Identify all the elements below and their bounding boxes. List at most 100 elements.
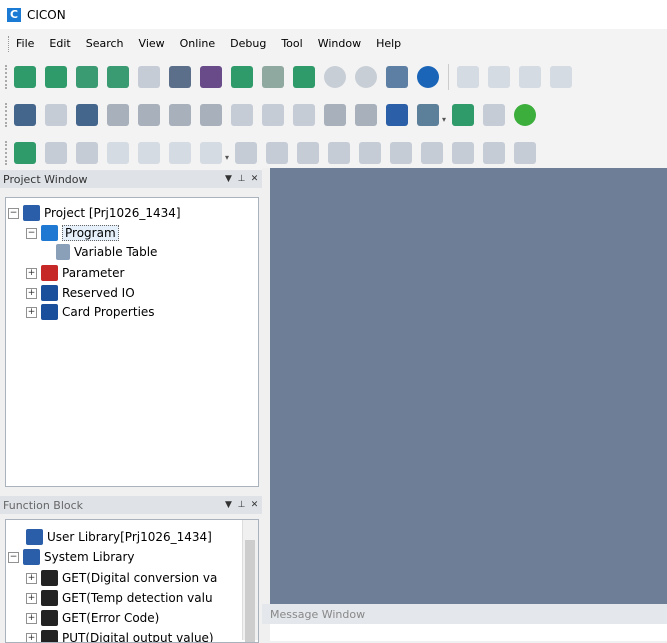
menu-view[interactable]: View — [139, 37, 165, 50]
tree-item-user-library[interactable]: User Library[Prj1026_1434] — [26, 528, 212, 546]
expand-icon[interactable]: + — [26, 613, 37, 624]
save-all-icon[interactable] — [169, 66, 191, 88]
stop-icon[interactable] — [293, 104, 315, 126]
close-icon[interactable]: ✕ — [249, 174, 260, 185]
chevron-down-icon[interactable]: ▾ — [225, 153, 229, 162]
new-project-icon[interactable] — [14, 66, 36, 88]
tree-item-function[interactable]: + GET(Temp detection valu — [26, 589, 213, 607]
expand-icon[interactable]: + — [26, 307, 37, 318]
menu-file[interactable]: File — [16, 37, 34, 50]
scroll-thumb[interactable] — [245, 540, 255, 643]
upload-icon[interactable] — [107, 104, 129, 126]
close-icon[interactable]: ✕ — [249, 500, 260, 511]
tree-item-program[interactable]: − Program — [26, 224, 119, 242]
toolbar-grip[interactable] — [5, 103, 9, 127]
tree-item-project[interactable]: − Project [Prj1026_1434] — [8, 204, 181, 222]
export-icon[interactable] — [293, 66, 315, 88]
info-icon[interactable] — [355, 104, 377, 126]
find-icon[interactable] — [45, 142, 67, 164]
ladder-new-icon[interactable] — [14, 142, 36, 164]
coil-sf2-icon[interactable] — [297, 142, 319, 164]
paste-icon[interactable] — [550, 66, 572, 88]
contact-icon[interactable] — [266, 142, 288, 164]
editor-workspace[interactable] — [270, 168, 667, 604]
compile-icon[interactable] — [324, 66, 346, 88]
print-icon[interactable] — [386, 66, 408, 88]
collapse-icon[interactable]: − — [8, 208, 19, 219]
sync-icon[interactable] — [169, 104, 191, 126]
contact-esc-icon[interactable] — [235, 142, 257, 164]
tree-item-reserved-io[interactable]: + Reserved IO — [26, 284, 135, 302]
link-icon[interactable] — [514, 104, 536, 126]
contact-f8-icon[interactable] — [514, 142, 536, 164]
menu-window[interactable]: Window — [318, 37, 361, 50]
table-icon[interactable] — [107, 142, 129, 164]
contact-f7-icon[interactable] — [483, 142, 505, 164]
globe-icon[interactable] — [386, 104, 408, 126]
chevron-down-icon[interactable]: ▾ — [442, 115, 446, 124]
dropdown-icon[interactable]: ▼ — [223, 500, 234, 511]
transfer-icon[interactable] — [76, 104, 98, 126]
menu-search[interactable]: Search — [86, 37, 124, 50]
reset-icon[interactable] — [324, 104, 346, 126]
tree-item-system-library[interactable]: − System Library — [8, 548, 135, 566]
tree-item-variable-table[interactable]: Variable Table — [56, 243, 157, 261]
collapse-icon[interactable]: − — [26, 228, 37, 239]
expand-icon[interactable]: + — [26, 633, 37, 643]
save-icon[interactable] — [138, 66, 160, 88]
tree-item-function[interactable]: + GET(Digital conversion va — [26, 569, 217, 587]
new-file-icon[interactable] — [76, 66, 98, 88]
table-add-icon[interactable] — [138, 142, 160, 164]
contact-f2-icon[interactable] — [359, 142, 381, 164]
pin-icon[interactable]: ⊥ — [236, 174, 247, 185]
pin-icon[interactable]: ⊥ — [236, 500, 247, 511]
toolbar-grip[interactable] — [5, 141, 9, 165]
table-edit-icon[interactable] — [200, 142, 222, 164]
menu-online[interactable]: Online — [180, 37, 215, 50]
tree-item-card-properties[interactable]: + Card Properties — [26, 303, 155, 321]
download-plc-icon[interactable] — [138, 104, 160, 126]
expand-icon[interactable]: + — [26, 573, 37, 584]
device-icon[interactable] — [452, 104, 474, 126]
chart-icon[interactable] — [417, 104, 439, 126]
menu-edit[interactable]: Edit — [49, 37, 70, 50]
copy-program-icon[interactable] — [262, 66, 284, 88]
tree-item-parameter[interactable]: + Parameter — [26, 264, 124, 282]
add-program-icon[interactable] — [231, 66, 253, 88]
dropdown-icon[interactable]: ▼ — [223, 174, 234, 185]
tree-item-label: GET(Digital conversion va — [62, 571, 217, 585]
contact-f5-icon[interactable] — [421, 142, 443, 164]
menu-tool[interactable]: Tool — [281, 37, 302, 50]
undo-icon[interactable] — [457, 66, 479, 88]
expand-icon[interactable]: + — [26, 288, 37, 299]
cut-icon[interactable] — [519, 66, 541, 88]
menu-help[interactable]: Help — [376, 37, 401, 50]
table-remove-icon[interactable] — [169, 142, 191, 164]
grid-icon[interactable] — [200, 66, 222, 88]
replace-icon[interactable] — [76, 142, 98, 164]
download-icon[interactable] — [355, 66, 377, 88]
help-icon[interactable] — [417, 66, 439, 88]
disconnect-icon[interactable] — [45, 104, 67, 126]
coil-cf2-icon[interactable] — [328, 142, 350, 164]
toolbar-grip[interactable] — [5, 65, 9, 89]
menu-debug[interactable]: Debug — [230, 37, 266, 50]
import-icon[interactable] — [107, 66, 129, 88]
contact-f6-icon[interactable] — [452, 142, 474, 164]
run-icon[interactable] — [231, 104, 253, 126]
step-icon[interactable] — [262, 104, 284, 126]
open-project-icon[interactable] — [45, 66, 67, 88]
message-window-body[interactable] — [270, 624, 667, 641]
device-copy-icon[interactable] — [483, 104, 505, 126]
redo-icon[interactable] — [488, 66, 510, 88]
expand-icon[interactable]: + — [26, 593, 37, 604]
vertical-scrollbar[interactable] — [242, 520, 258, 640]
panel-splitter[interactable] — [262, 168, 270, 604]
tree-item-function[interactable]: + GET(Error Code) — [26, 609, 159, 627]
expand-icon[interactable]: + — [26, 268, 37, 279]
contact-f4-icon[interactable] — [390, 142, 412, 164]
menubar-grip[interactable] — [8, 36, 11, 52]
collapse-icon[interactable]: − — [8, 552, 19, 563]
connect-icon[interactable] — [14, 104, 36, 126]
monitor-icon[interactable] — [200, 104, 222, 126]
